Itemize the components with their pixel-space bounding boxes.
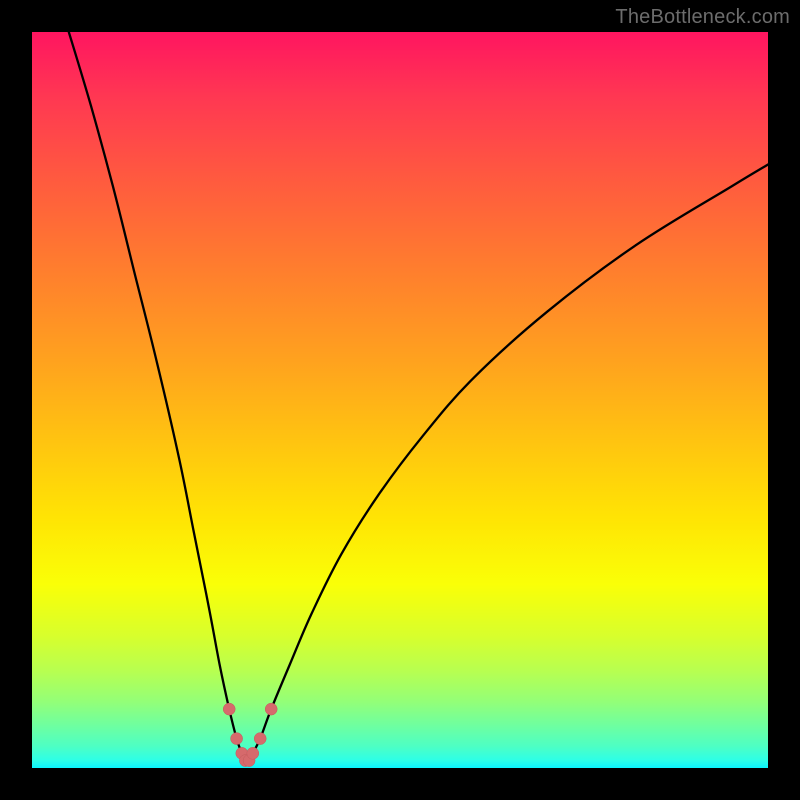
highlight-marker xyxy=(265,703,277,715)
chart-frame: TheBottleneck.com xyxy=(0,0,800,800)
plot-area xyxy=(32,32,768,768)
watermark-text: TheBottleneck.com xyxy=(615,6,790,29)
highlight-marker xyxy=(247,747,259,759)
bottleneck-curve-path xyxy=(69,32,768,762)
marker-group xyxy=(223,703,277,767)
highlight-marker xyxy=(231,733,243,745)
highlight-marker xyxy=(223,703,235,715)
highlight-marker xyxy=(254,733,266,745)
curve-layer xyxy=(32,32,768,768)
